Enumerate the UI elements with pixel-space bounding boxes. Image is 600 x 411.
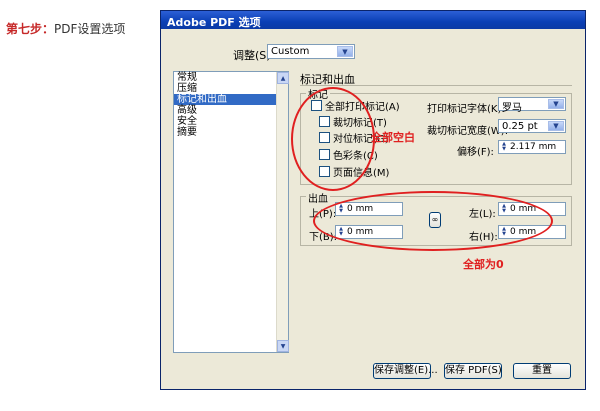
sidebar-item-advanced[interactable]: 高级 <box>174 105 288 116</box>
list-scrollbar[interactable]: ▲ ▼ <box>276 72 289 352</box>
crop-weight-select[interactable]: 0.25 pt ▼ <box>498 119 566 133</box>
crop-weight-label: 裁切标记宽度(W): <box>427 126 509 137</box>
chevron-down-icon[interactable]: ▼ <box>337 46 353 57</box>
mark-font-select[interactable]: 罗马 ▼ <box>498 97 566 114</box>
pdf-options-dialog: Adobe PDF 选项 调整(S): Custom ▼ 常规 压缩 标记和出血… <box>160 10 586 390</box>
bleed-group-title: 出血 <box>306 190 330 205</box>
marks-annotation-ellipse <box>291 87 375 191</box>
sidebar-item-general[interactable]: 常规 <box>174 72 288 83</box>
reset-button[interactable]: 重置 <box>513 363 571 379</box>
section-divider <box>300 85 572 86</box>
mark-font-value: 罗马 <box>502 103 522 114</box>
scroll-down-icon[interactable]: ▼ <box>277 340 289 352</box>
step-text: PDF设置选项 <box>54 22 126 36</box>
save-preset-button[interactable]: 保存调整(E)... <box>373 363 438 379</box>
mark-font-label: 打印标记字体(K): <box>427 104 505 115</box>
marks-annotation-text: 全部空白 <box>371 131 415 144</box>
save-pdf-button[interactable]: 保存 PDF(S) <box>444 363 502 379</box>
bleed-annotation-ellipse <box>313 191 553 251</box>
crop-weight-value: 0.25 pt <box>502 121 538 132</box>
sidebar-item-security[interactable]: 安全 <box>174 116 288 127</box>
offset-field[interactable]: ▲ ▼ 2.117 mm <box>498 140 566 154</box>
chevron-down-icon[interactable]: ▼ <box>548 99 564 109</box>
scroll-up-icon[interactable]: ▲ <box>277 72 289 84</box>
spinner-arrows-icon[interactable]: ▲ ▼ <box>501 142 507 152</box>
bleed-annotation-text: 全部为0 <box>463 258 504 271</box>
sidebar-item-marks-bleeds[interactable]: 标记和出血 <box>174 94 288 105</box>
preset-select[interactable]: Custom ▼ <box>267 44 355 59</box>
title-bar[interactable]: Adobe PDF 选项 <box>161 11 585 29</box>
step-caption: 第七步：PDF设置选项 <box>6 20 125 37</box>
offset-label: 偏移(F): <box>457 147 494 158</box>
offset-value: 2.117 mm <box>510 142 557 152</box>
chevron-down-icon[interactable]: ▼ <box>548 121 564 131</box>
window-title: Adobe PDF 选项 <box>167 16 261 29</box>
preset-value: Custom <box>271 46 310 57</box>
category-list[interactable]: 常规 压缩 标记和出血 高级 安全 摘要 ▲ ▼ <box>173 71 289 353</box>
sidebar-item-summary[interactable]: 摘要 <box>174 127 288 138</box>
step-number: 第七步： <box>6 22 55 36</box>
sidebar-item-compression[interactable]: 压缩 <box>174 83 288 94</box>
